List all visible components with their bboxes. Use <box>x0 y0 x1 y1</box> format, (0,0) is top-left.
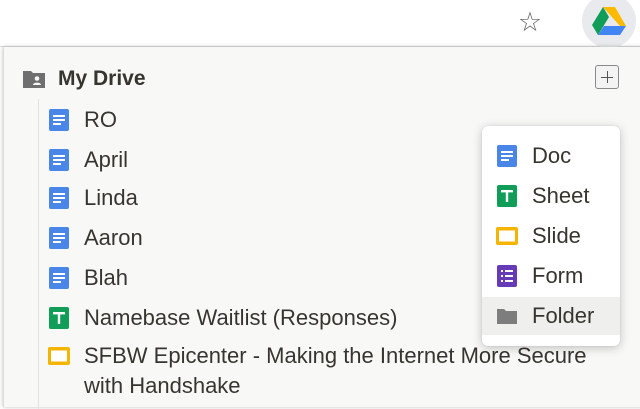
doc-file-icon <box>48 187 70 209</box>
slide-icon <box>496 225 518 247</box>
form-icon <box>496 265 518 287</box>
sheet-file-icon <box>48 307 70 329</box>
file-item-slide[interactable]: SFBW Epicenter - Making the Internet Mor… <box>48 341 614 401</box>
menu-item-label: Folder <box>532 303 595 328</box>
sheet-icon <box>496 185 518 207</box>
star-icon[interactable]: ☆ <box>512 4 548 40</box>
file-name: SFBW Epicenter - Making the Internet Mor… <box>84 343 587 398</box>
doc-file-icon <box>48 267 70 289</box>
slide-file-icon <box>48 345 70 367</box>
browser-toolbar: ☆ <box>0 0 640 48</box>
google-drive-logo-icon <box>592 7 626 35</box>
new-menu-item-slide[interactable]: Slide <box>482 217 620 255</box>
new-menu-item-doc[interactable]: Doc <box>482 137 620 175</box>
tree-guide-line <box>38 99 39 409</box>
drive-popup: My Drive RO April Linda Aaron Blah Namebase W… <box>3 47 640 409</box>
menu-item-label: Form <box>532 263 584 288</box>
drive-extension-button[interactable] <box>582 0 636 48</box>
my-drive-title: My Drive <box>58 67 146 90</box>
menu-item-label: Slide <box>532 223 581 248</box>
menu-item-label: Sheet <box>532 183 590 208</box>
new-menu-item-folder[interactable]: Folder <box>482 297 620 335</box>
new-item-menu: Doc Sheet Slide Form Folder <box>482 126 620 346</box>
menu-item-label: Doc <box>532 143 572 168</box>
folder-icon <box>496 305 518 327</box>
new-file-button[interactable] <box>595 65 619 89</box>
doc-icon <box>496 145 518 167</box>
shared-folder-icon <box>23 71 45 88</box>
my-drive-header[interactable]: My Drive <box>22 65 146 93</box>
new-menu-item-form[interactable]: Form <box>482 257 620 295</box>
doc-file-icon <box>48 227 70 249</box>
doc-file-icon <box>48 149 70 171</box>
doc-file-icon <box>48 109 70 131</box>
new-menu-item-sheet[interactable]: Sheet <box>482 177 620 215</box>
